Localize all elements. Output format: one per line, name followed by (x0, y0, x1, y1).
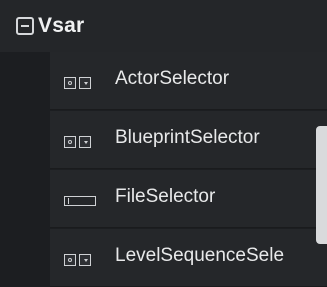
selector-widget-icon (64, 136, 92, 148)
widget-list: ActorSelector BlueprintSelector FileSele… (0, 52, 327, 287)
text-field-icon (64, 196, 96, 206)
list-item-label: FileSelector (115, 186, 216, 207)
list-item-blueprint-selector[interactable]: BlueprintSelector (50, 111, 327, 169)
widget-palette-panel: Vsar ActorSelector BlueprintSelector Fil… (0, 0, 327, 287)
category-header-vsar[interactable]: Vsar (0, 0, 327, 52)
list-item-actor-selector[interactable]: ActorSelector (50, 52, 327, 110)
vertical-scrollbar-thumb[interactable] (316, 126, 327, 244)
collapse-icon[interactable] (16, 17, 34, 35)
list-item-label: ActorSelector (115, 68, 230, 89)
category-title: Vsar (38, 14, 85, 37)
list-item-level-sequence-selector[interactable]: LevelSequenceSele (50, 229, 327, 287)
selector-widget-icon (64, 254, 92, 266)
list-item-label: LevelSequenceSele (115, 245, 285, 266)
list-item-file-selector[interactable]: FileSelector (50, 170, 327, 228)
selector-widget-icon (64, 77, 92, 89)
list-item-label: BlueprintSelector (115, 127, 260, 148)
